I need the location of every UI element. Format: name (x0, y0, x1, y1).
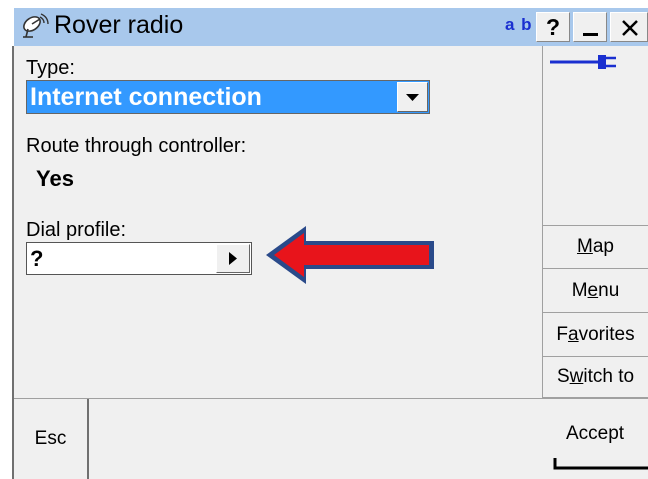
route-value: Yes (36, 166, 74, 191)
accept-button[interactable]: Accept (545, 399, 648, 479)
close-button[interactable] (610, 12, 648, 42)
dial-profile-select-button[interactable] (216, 244, 250, 273)
close-icon (622, 20, 638, 36)
menu-button[interactable]: Menu (542, 270, 648, 313)
help-button[interactable]: ? (536, 12, 570, 42)
minimize-icon (583, 33, 598, 36)
chevron-down-icon (406, 94, 419, 101)
plug-connected-icon (550, 55, 616, 69)
switch-to-button[interactable]: Switch to (542, 358, 648, 398)
chevron-right-icon (229, 252, 237, 265)
type-value[interactable]: Internet connection (30, 82, 262, 112)
dial-profile-value[interactable]: ? (30, 246, 43, 272)
annotation-arrow-icon (266, 226, 434, 284)
satellite-icon (20, 11, 50, 41)
dial-profile-label: Dial profile: (26, 219, 127, 241)
type-dropdown-button[interactable] (397, 82, 428, 112)
route-label: Route through controller: (26, 135, 247, 157)
status-area (542, 46, 648, 226)
input-mode-indicator[interactable]: a b (505, 14, 533, 36)
type-label: Type: (26, 57, 75, 79)
esc-button[interactable]: Esc (14, 399, 89, 479)
minimize-button[interactable] (573, 12, 607, 42)
accept-label: Accept (565, 423, 625, 444)
map-button[interactable]: Map (542, 226, 648, 269)
window-title: Rover radio (54, 11, 184, 39)
enter-key-icon (553, 458, 648, 470)
favorites-button[interactable]: Favorites (542, 314, 648, 357)
